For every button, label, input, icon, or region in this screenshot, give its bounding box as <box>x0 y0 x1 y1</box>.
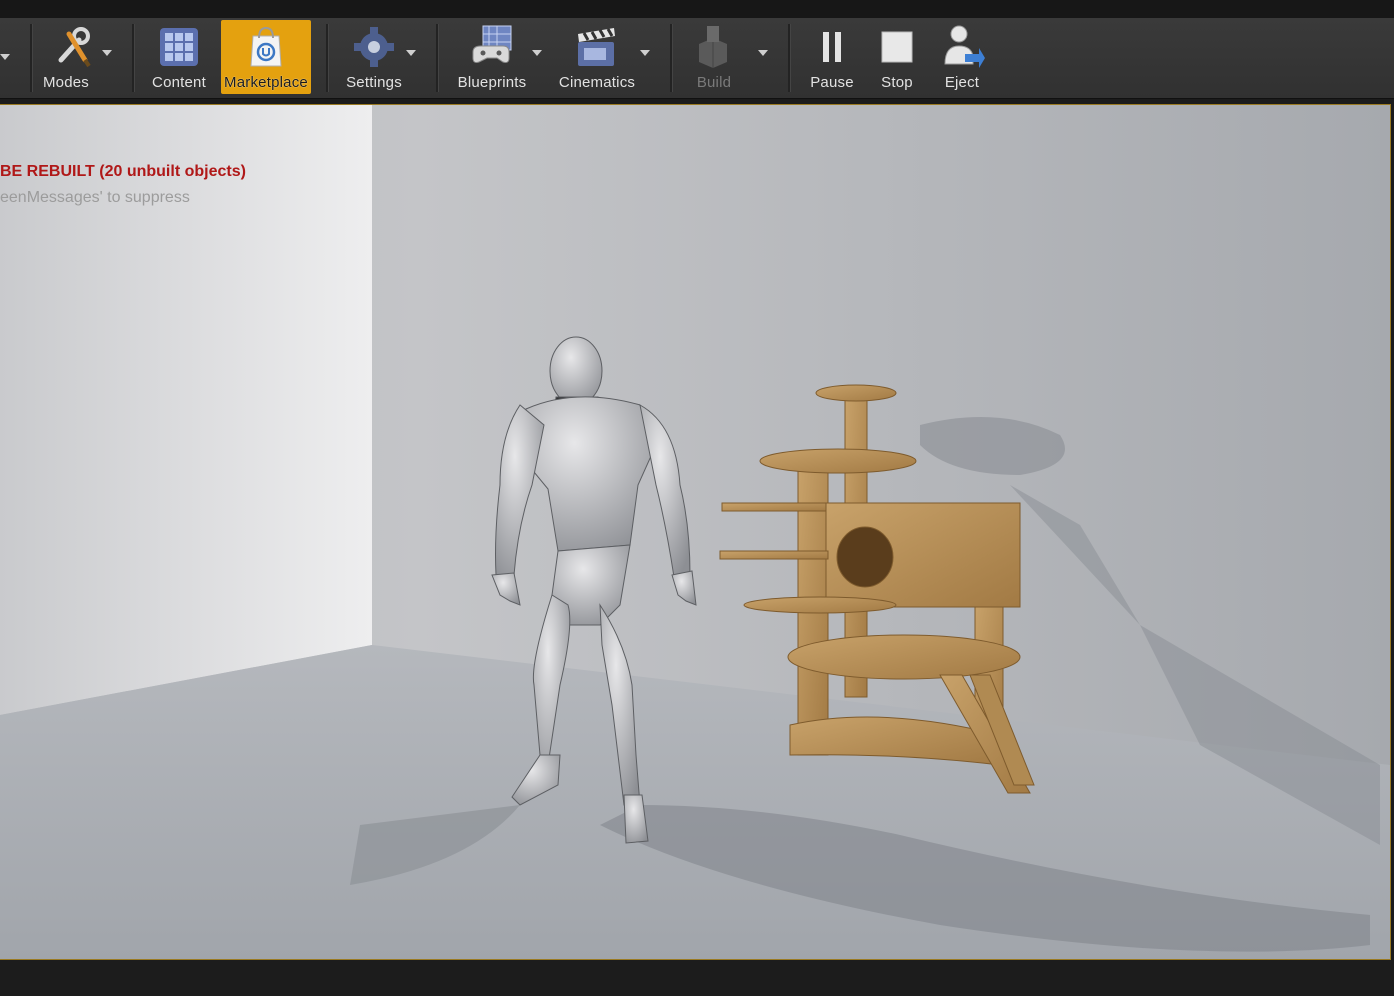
modes-label: Modes <box>42 74 90 91</box>
blueprints-button[interactable]: Blueprints <box>452 20 542 94</box>
cinematics-button[interactable]: Cinematics <box>556 20 650 94</box>
settings-label: Settings <box>346 74 402 91</box>
stop-icon <box>881 31 913 63</box>
build-label: Build <box>696 74 732 91</box>
build-icon <box>699 26 727 68</box>
settings-button[interactable]: Settings <box>340 20 416 94</box>
eject-icon <box>944 25 985 68</box>
chevron-down-icon[interactable] <box>758 50 768 56</box>
marketplace-button[interactable]: Marketplace <box>221 20 311 94</box>
content-icon <box>160 28 198 66</box>
blueprints-label: Blueprints <box>457 74 527 91</box>
marketplace-icon <box>250 26 282 67</box>
suppress-messages-hint: eenMessages' to suppress <box>0 189 190 206</box>
modes-button[interactable]: Modes <box>40 20 112 94</box>
eject-label: Eject <box>944 74 980 91</box>
pause-button[interactable]: Pause <box>804 20 860 94</box>
main-toolbar: Modes Content Marketplace Settings Bluep… <box>0 18 1394 99</box>
chevron-down-icon[interactable] <box>102 50 112 56</box>
toolbar-separator <box>788 24 791 92</box>
blueprints-icon <box>472 25 512 63</box>
pause-label: Pause <box>810 74 854 91</box>
toolbar-separator <box>670 24 673 92</box>
scene-render <box>0 105 1390 959</box>
cinematics-label: Cinematics <box>558 74 636 91</box>
stop-button[interactable]: Stop <box>870 20 924 94</box>
status-strip <box>0 960 1394 996</box>
chevron-down-icon[interactable] <box>406 50 416 56</box>
lighting-rebuild-warning: BE REBUILT (20 unbuilt objects) <box>0 163 246 180</box>
pause-icon <box>823 32 841 62</box>
content-label: Content <box>152 74 206 91</box>
settings-icon <box>354 27 394 67</box>
level-viewport[interactable]: BE REBUILT (20 unbuilt objects) eenMessa… <box>0 104 1391 960</box>
build-button[interactable]: Build <box>686 20 768 94</box>
chevron-down-icon[interactable] <box>640 50 650 56</box>
marketplace-label: Marketplace <box>224 74 308 91</box>
cinematics-icon <box>578 28 615 66</box>
stop-label: Stop <box>881 74 913 91</box>
modes-icon <box>58 27 91 68</box>
eject-button[interactable]: Eject <box>934 20 990 94</box>
toolbar-separator <box>436 24 439 92</box>
toolbar-separator <box>132 24 135 92</box>
content-button[interactable]: Content <box>146 20 212 94</box>
chevron-down-icon[interactable] <box>0 54 10 60</box>
toolbar-separator <box>326 24 329 92</box>
window-top-strip <box>0 0 1394 18</box>
chevron-down-icon[interactable] <box>532 50 542 56</box>
